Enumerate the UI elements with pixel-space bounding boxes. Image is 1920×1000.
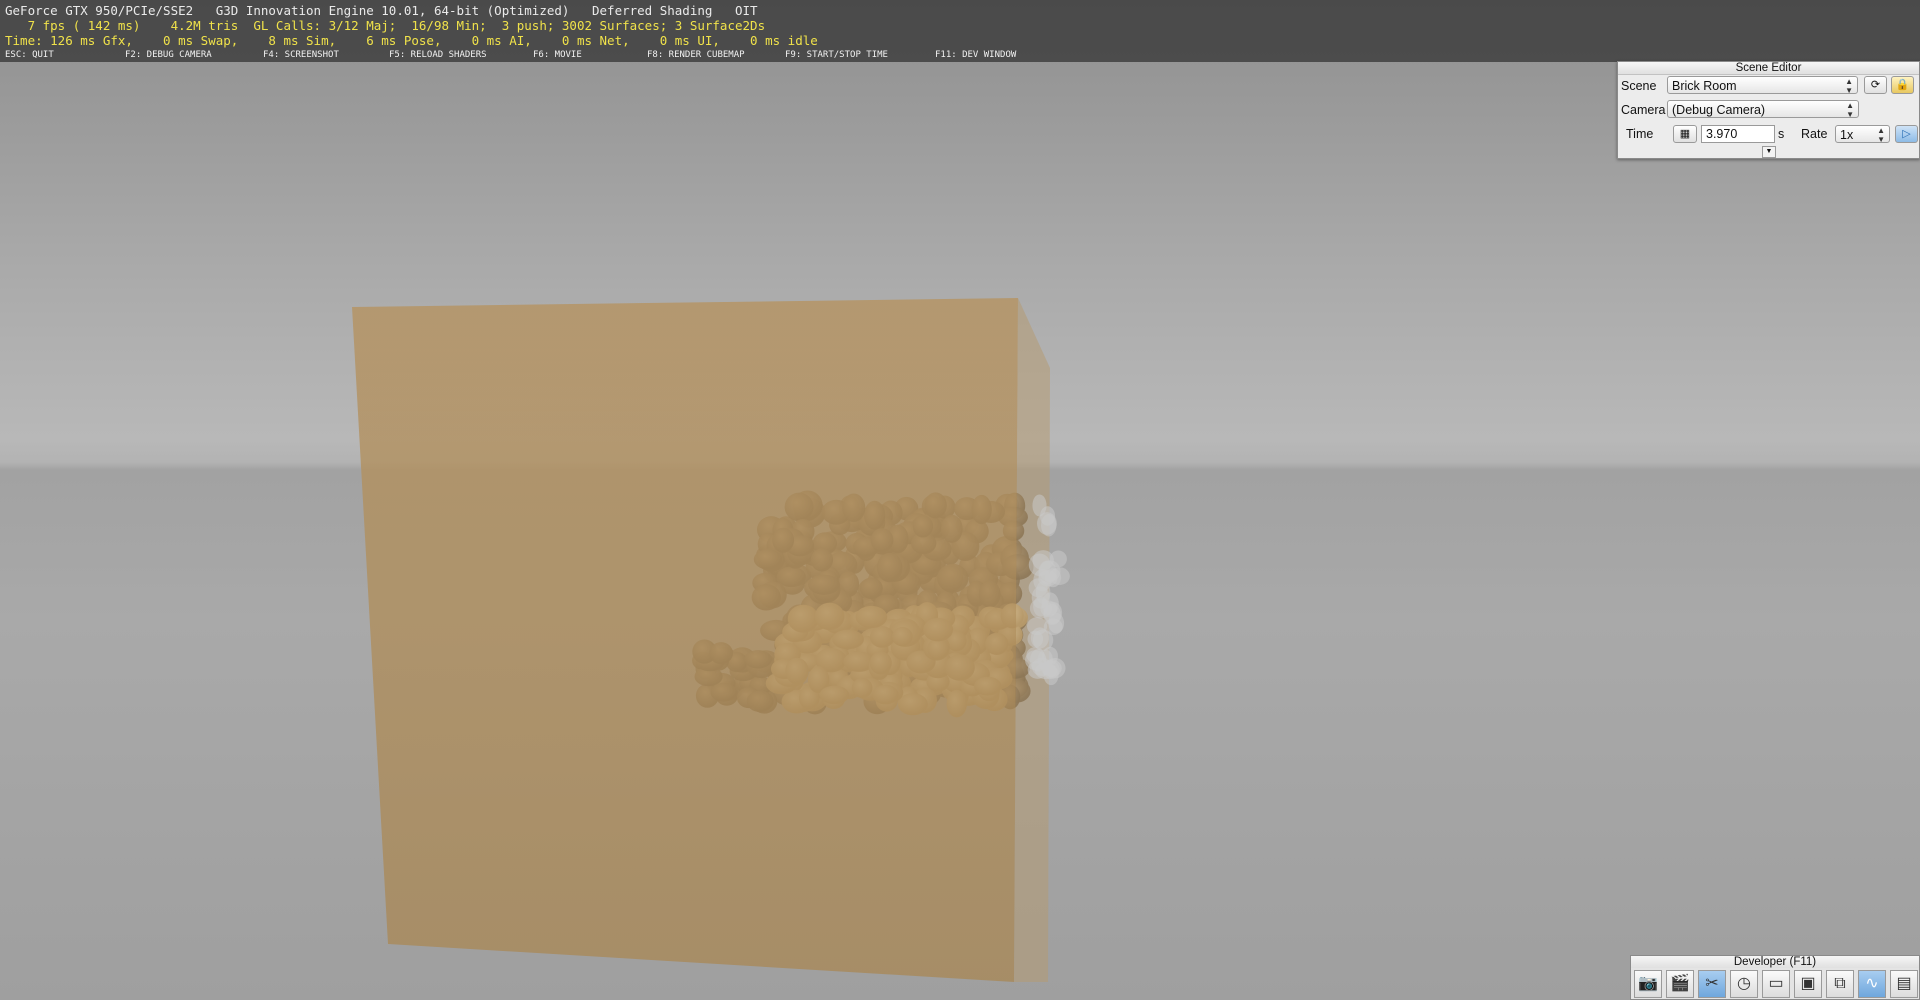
key-hint-render-cubemap: F8: RENDER CUBEMAP xyxy=(647,50,745,60)
camera-label: Camera xyxy=(1621,103,1666,117)
console-button[interactable]: ▣ xyxy=(1794,970,1822,998)
chevron-down-icon: ▼ xyxy=(1765,148,1773,155)
rate-dropdown-value: 1x xyxy=(1840,128,1854,142)
profiler-button[interactable]: ◷ xyxy=(1730,970,1758,998)
hud-frame-stats: 7 fps ( 142 ms) 4.2M tris GL Calls: 3/12… xyxy=(5,18,766,33)
play-button[interactable]: ▷ xyxy=(1895,125,1918,143)
graph-button[interactable]: ∿ xyxy=(1858,970,1886,998)
cloth-particle xyxy=(1037,512,1057,535)
time-input[interactable]: 3.970 xyxy=(1701,125,1775,143)
cloth-particle xyxy=(1043,664,1059,686)
info-button[interactable]: ▤ xyxy=(1890,970,1918,998)
time-label: Time xyxy=(1626,127,1654,141)
lock-scene-button[interactable]: 🔒 xyxy=(1891,76,1914,94)
page-icon: ▤ xyxy=(1896,975,1912,992)
cloth-particle xyxy=(1039,560,1061,582)
camera-button[interactable]: 📷 xyxy=(1634,970,1662,998)
hud-timing-stats: Time: 126 ms Gfx, 0 ms Swap, 8 ms Sim, 6… xyxy=(5,33,818,48)
key-hint-start-stop-time: F9: START/STOP TIME xyxy=(785,50,888,60)
clock-icon: ◷ xyxy=(1737,975,1751,992)
cloth-particle xyxy=(1027,617,1048,636)
camera-dropdown-value: (Debug Camera) xyxy=(1672,103,1766,117)
reload-icon: ⟳ xyxy=(1870,79,1881,91)
updown-arrows-icon: ▲ ▼ xyxy=(1845,77,1853,95)
note-icon: ▭ xyxy=(1768,975,1784,992)
hud-gpu-info: GeForce GTX 950/PCIe/SSE2 G3D Innovation… xyxy=(5,3,758,18)
updown-arrows-icon: ▲ ▼ xyxy=(1846,101,1854,119)
updown-arrows-icon: ▲ ▼ xyxy=(1877,126,1885,144)
time-unit: s xyxy=(1778,127,1785,141)
expand-panel-button[interactable]: ▼ xyxy=(1762,146,1776,158)
film-icon: ▦ xyxy=(1679,128,1691,140)
key-hint-dev-window: F11: DEV WINDOW xyxy=(935,50,1017,60)
key-hint-screenshot: F4: SCREENSHOT xyxy=(263,50,339,60)
scene-editor-button[interactable]: ✂ xyxy=(1698,970,1726,998)
debug-hud: GeForce GTX 950/PCIe/SSE2 G3D Innovation… xyxy=(0,0,1920,62)
windows-button[interactable]: ⧉ xyxy=(1826,970,1854,998)
key-hint-debug-camera: F2: DEBUG CAMERA xyxy=(125,50,212,60)
key-hint-movie: F6: MOVIE xyxy=(533,50,582,60)
rate-dropdown[interactable]: 1x ▲ ▼ xyxy=(1835,125,1890,144)
cloth-particle xyxy=(1029,648,1047,672)
terminal-icon: ▣ xyxy=(1800,975,1816,992)
scene-editor-title[interactable]: Scene Editor xyxy=(1618,62,1919,75)
lock-icon: 🔒 xyxy=(1895,79,1910,91)
time-reset-button[interactable]: ▦ xyxy=(1673,125,1697,143)
scene-label: Scene xyxy=(1621,79,1657,93)
developer-panel: Developer (F11) 📷 🎬 ✂ ◷ ▭ ▣ ⧉ ∿ ▤ xyxy=(1630,955,1920,1000)
movie-button[interactable]: 🎬 xyxy=(1666,970,1694,998)
key-hint-quit: ESC: QUIT xyxy=(5,50,54,60)
key-hint-reload-shaders: F5: RELOAD SHADERS xyxy=(389,50,487,60)
rate-label: Rate xyxy=(1801,127,1828,141)
graph-icon: ∿ xyxy=(1865,975,1879,992)
scene-dropdown-value: Brick Room xyxy=(1672,79,1737,93)
scene-editor-panel: Scene Editor Scene Brick Room ▲ ▼ ⟳ 🔒 Cam… xyxy=(1617,61,1920,159)
window-icon: ⧉ xyxy=(1834,975,1846,992)
play-icon: ▷ xyxy=(1902,128,1911,140)
wrench-icon: ✂ xyxy=(1705,975,1719,992)
notes-button[interactable]: ▭ xyxy=(1762,970,1790,998)
scene-dropdown[interactable]: Brick Room ▲ ▼ xyxy=(1667,76,1858,95)
film-icon: 🎬 xyxy=(1670,975,1690,992)
camera-dropdown[interactable]: (Debug Camera) ▲ ▼ xyxy=(1667,100,1859,119)
box-front-face xyxy=(352,298,1018,982)
camera-icon: 📷 xyxy=(1638,975,1658,992)
cloth-particle xyxy=(1043,603,1061,626)
developer-panel-title[interactable]: Developer (F11) xyxy=(1631,956,1919,968)
reload-scene-button[interactable]: ⟳ xyxy=(1864,76,1887,94)
